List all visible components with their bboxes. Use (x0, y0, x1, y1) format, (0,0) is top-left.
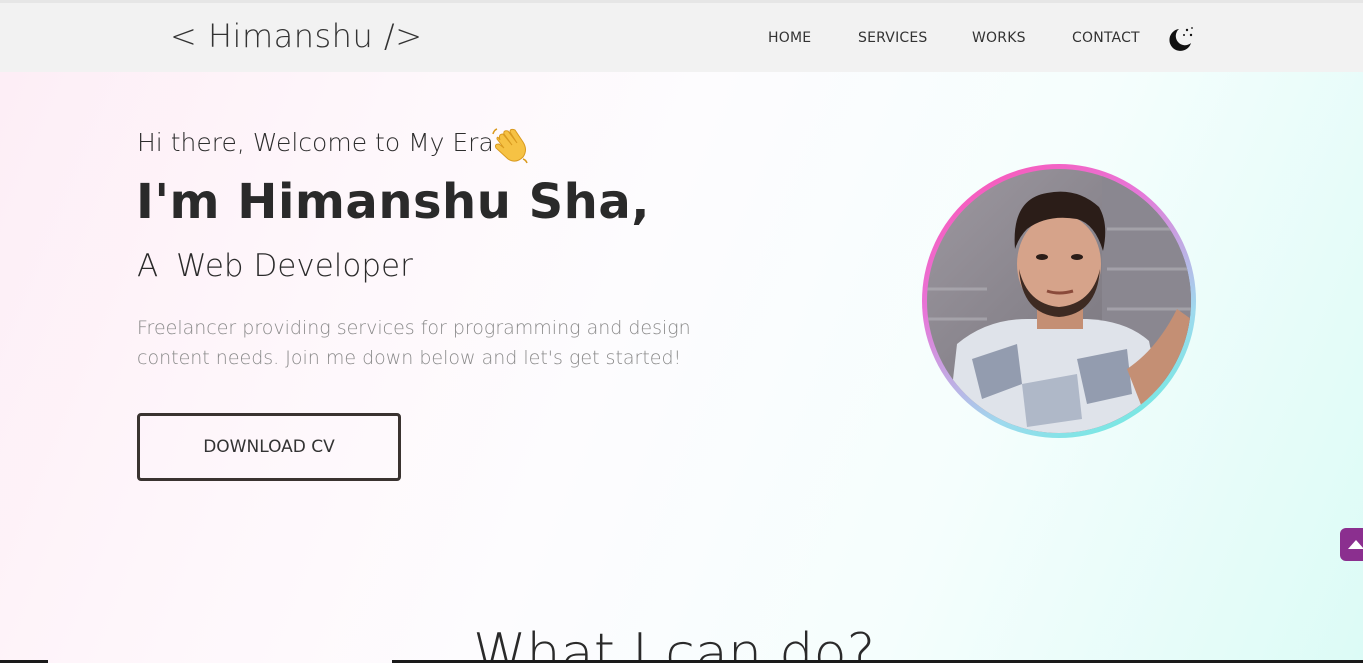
role-prefix: A (137, 248, 159, 284)
greeting-text: Hi there, Welcome to My Era (137, 128, 494, 157)
site-logo[interactable]: < Himanshu /> (170, 17, 423, 55)
role-text: Web Developer (176, 248, 413, 284)
nav-services[interactable]: SERVICES (858, 30, 928, 46)
nav-home[interactable]: HOME (768, 30, 811, 46)
nav-contact[interactable]: CONTACT (1072, 30, 1140, 46)
download-cv-button[interactable]: DOWNLOAD CV (137, 413, 401, 481)
hero-section: Hi there, Welcome to My Era I'm Himanshu… (0, 72, 1363, 663)
profile-photo (927, 169, 1191, 433)
waving-hand-icon (490, 126, 530, 164)
services-heading: What I can do? (473, 622, 876, 663)
hero-description: Freelancer providing services for progra… (137, 317, 691, 369)
hero-name: I'm Himanshu Sha, (136, 174, 650, 230)
navbar: < Himanshu /> HOME SERVICES WORKS CONTAC… (0, 3, 1363, 72)
arrow-up-icon[interactable] (1340, 528, 1363, 561)
moon-stars-icon[interactable] (1166, 25, 1196, 55)
nav-works[interactable]: WORKS (972, 30, 1026, 46)
